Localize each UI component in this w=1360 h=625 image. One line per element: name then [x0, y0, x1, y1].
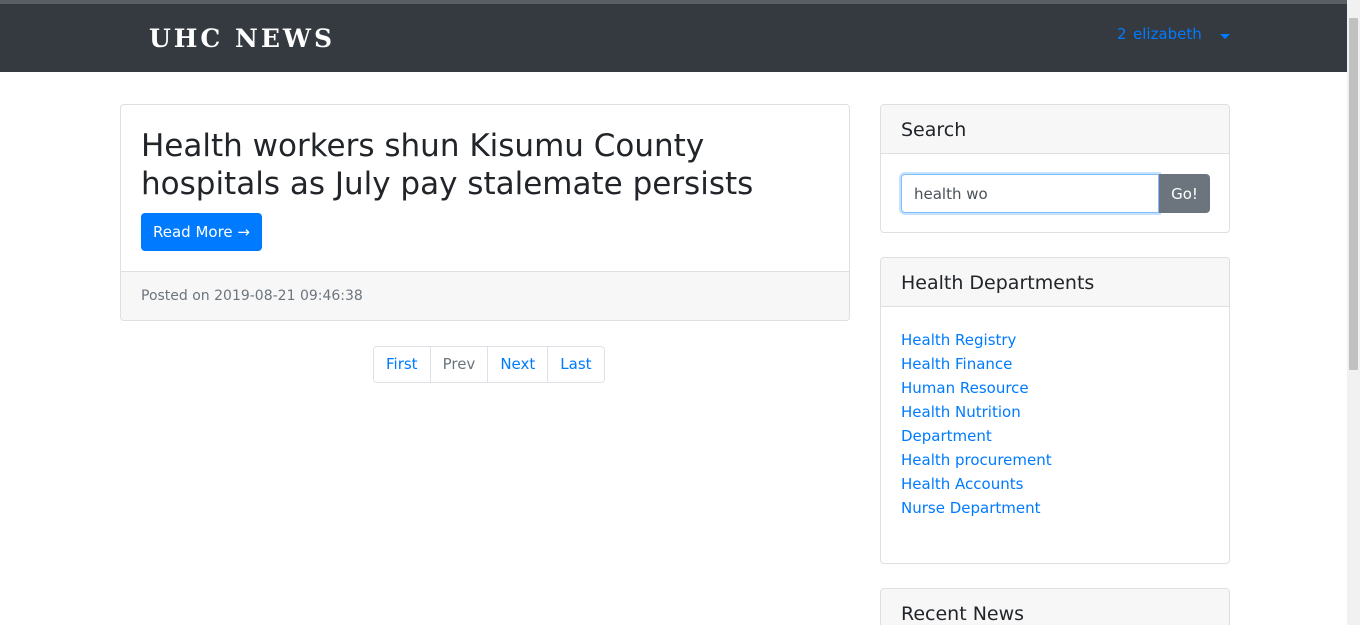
search-card-title: Search [901, 119, 967, 141]
search-input[interactable] [901, 174, 1159, 213]
departments-card: Health Departments Health Registry Healt… [880, 257, 1230, 564]
page-scrollbar[interactable] [1347, 0, 1360, 625]
department-link-health-accounts[interactable]: Health Accounts [901, 475, 1023, 493]
scrollbar-thumb[interactable] [1349, 18, 1358, 370]
recent-news-card: Recent News [880, 588, 1230, 625]
department-list: Health Registry Health Finance Human Res… [901, 328, 1061, 520]
list-item: Nurse Department [901, 496, 1061, 520]
list-item: Health procurement [901, 448, 1061, 472]
page-first-link[interactable]: First [374, 347, 430, 382]
user-menu[interactable]: 2 elizabeth [1117, 25, 1202, 43]
department-link-human-resource[interactable]: Human Resource [901, 379, 1029, 397]
page-next-link[interactable]: Next [487, 347, 547, 382]
pagination: First Prev Next Last [373, 346, 605, 383]
post-title: Health workers shun Kisumu County hospit… [141, 128, 754, 202]
department-link-health-nutrition[interactable]: Health Nutrition Department [901, 403, 1021, 445]
page-last-link[interactable]: Last [547, 347, 603, 382]
page-prev-link[interactable]: Prev [429, 347, 488, 382]
post-footer: Posted on 2019-08-21 09:46:38 [121, 271, 849, 320]
post-card: Health workers shun Kisumu County hospit… [120, 104, 850, 321]
recent-news-card-header: Recent News [881, 589, 1229, 625]
department-link-health-registry[interactable]: Health Registry [901, 331, 1016, 349]
go-button[interactable]: Go! [1159, 174, 1210, 213]
user-icon: 2 [1117, 25, 1127, 43]
recent-news-card-title: Recent News [901, 603, 1025, 625]
list-item: Health Finance [901, 352, 1061, 376]
department-link-nurse-department[interactable]: Nurse Department [901, 499, 1040, 517]
search-card: Search Go! [880, 104, 1230, 233]
username: elizabeth [1133, 25, 1202, 43]
department-link-health-procurement[interactable]: Health procurement [901, 451, 1052, 469]
list-item: Human Resource [901, 376, 1061, 400]
department-link-health-finance[interactable]: Health Finance [901, 355, 1012, 373]
departments-card-title: Health Departments [901, 272, 1095, 294]
read-more-button[interactable]: Read More → [141, 213, 262, 251]
post-date: Posted on 2019-08-21 09:46:38 [141, 288, 363, 304]
list-item: Health Registry [901, 328, 1061, 352]
search-card-header: Search [881, 105, 1229, 154]
brand-logo[interactable]: UHC NEWS [149, 24, 335, 53]
list-item: Health Nutrition Department [901, 400, 1061, 448]
dropdown-caret-icon[interactable] [1220, 34, 1230, 39]
departments-card-header: Health Departments [881, 258, 1229, 307]
list-item: Health Accounts [901, 472, 1061, 496]
